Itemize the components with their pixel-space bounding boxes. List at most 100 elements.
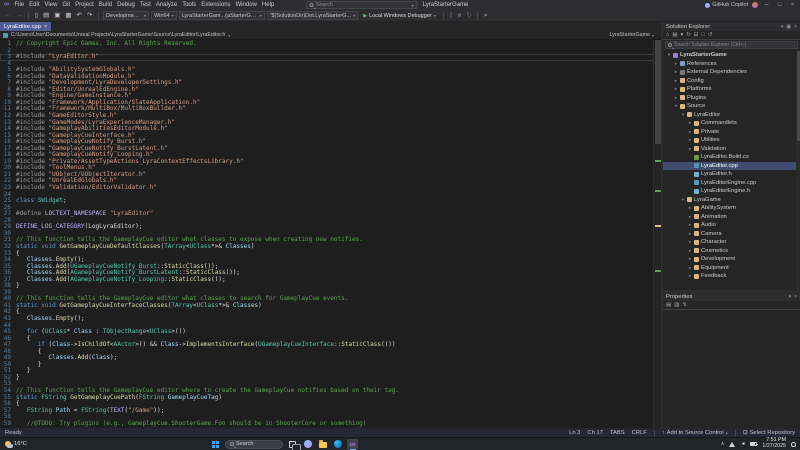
task-view-button[interactable] bbox=[287, 439, 298, 450]
tree-item-private[interactable]: ▸Private bbox=[663, 128, 800, 137]
events-icon[interactable]: ↯ bbox=[682, 302, 687, 308]
menu-analyze[interactable]: Analyze bbox=[153, 0, 179, 10]
filter-icon[interactable]: ▾ bbox=[681, 32, 684, 38]
chevron-right-icon[interactable]: ▸ bbox=[687, 146, 693, 152]
notifications-icon[interactable] bbox=[791, 442, 796, 447]
chevron-right-icon[interactable]: ▸ bbox=[673, 86, 679, 92]
chevron-right-icon[interactable]: ▸ bbox=[673, 78, 679, 84]
user-avatar[interactable] bbox=[752, 2, 758, 8]
tree-item-external-dependencies[interactable]: ▸External Dependencies bbox=[663, 68, 800, 77]
panel-options-icon[interactable]: ▾ bbox=[781, 24, 784, 30]
chevron-down-icon[interactable]: ▾ bbox=[666, 52, 672, 58]
local-windows-debugger-button[interactable]: ▶ Local Windows Debugger ▾ bbox=[360, 13, 439, 19]
pause-icon[interactable]: ∥ bbox=[448, 10, 454, 21]
minimize-button[interactable]: ─ bbox=[762, 0, 771, 10]
code-editor[interactable]: 1// Copyright Epic Games, Inc. All Right… bbox=[0, 40, 661, 428]
chevron-right-icon[interactable]: ▸ bbox=[687, 231, 693, 237]
tree-item-cosmetics[interactable]: ▸Cosmetics bbox=[663, 247, 800, 256]
maximize-button[interactable]: □ bbox=[775, 0, 784, 10]
copilot-button[interactable]: GitHub Copilot bbox=[705, 2, 748, 8]
navigate-forward-icon[interactable]: → bbox=[15, 10, 25, 21]
chevron-right-icon[interactable]: ▸ bbox=[687, 205, 693, 211]
properties-header[interactable]: Properties ▾ × bbox=[663, 292, 800, 301]
tree-item-development[interactable]: ▸Development bbox=[663, 255, 800, 264]
indent-indicator[interactable]: TABS bbox=[610, 430, 625, 436]
menu-build[interactable]: Build bbox=[96, 0, 114, 10]
stop-icon[interactable]: ■ bbox=[456, 10, 463, 21]
search-box[interactable]: Search ▾ bbox=[306, 1, 418, 9]
tree-vertical-scrollbar[interactable] bbox=[796, 51, 800, 290]
menu-file[interactable]: File bbox=[12, 0, 27, 10]
startup-project-dropdown[interactable]: LyraStarterGam...(aStarterGame) ▾ bbox=[179, 11, 265, 20]
scrollbar-thumb[interactable] bbox=[797, 51, 800, 141]
tree-item-commandlets[interactable]: ▸Commandlets bbox=[663, 119, 800, 128]
save-all-icon[interactable]: ▦ bbox=[64, 10, 73, 21]
panel-options-icon[interactable]: ▾ bbox=[789, 294, 792, 300]
tree-item-camera[interactable]: ▸Camera bbox=[663, 230, 800, 239]
refresh-icon[interactable]: ↻ bbox=[686, 32, 691, 38]
menu-edit[interactable]: Edit bbox=[27, 0, 42, 10]
solution-explorer-search-input[interactable]: Search Solution Explorer (Ctrl+;) bbox=[665, 41, 798, 49]
menu-tools[interactable]: Tools bbox=[180, 0, 199, 10]
find-in-files-icon[interactable]: ⌕ bbox=[482, 10, 489, 21]
redo-icon[interactable]: ↷ bbox=[86, 10, 94, 21]
taskbar-search-box[interactable]: Search bbox=[225, 440, 283, 449]
chevron-right-icon[interactable]: ▸ bbox=[687, 256, 693, 262]
file-explorer-button[interactable] bbox=[317, 439, 328, 450]
file-path-dropdown[interactable]: C:\Users\User\Documents\Unreal Projects\… bbox=[11, 32, 225, 38]
chevron-right-icon[interactable]: ▸ bbox=[673, 69, 679, 75]
sync-with-active-document-icon[interactable]: ↺ bbox=[708, 32, 713, 38]
tree-item-lyraeditorengine-cpp[interactable]: LyraEditorEngine.cpp bbox=[663, 179, 800, 188]
network-icon[interactable] bbox=[729, 442, 735, 447]
categorized-icon[interactable]: ▤ bbox=[666, 302, 671, 308]
hidden-icons-chevron[interactable]: ∧ bbox=[721, 441, 725, 447]
tree-item-feedback[interactable]: ▸Feedback bbox=[663, 272, 800, 281]
start-button[interactable] bbox=[210, 439, 221, 450]
weather-widget[interactable]: 16°C bbox=[0, 441, 32, 447]
command-line-arguments-dropdown[interactable]: "$(SolutionDir)Det.LyraStarterG... ▾ bbox=[267, 11, 359, 20]
menu-help[interactable]: Help bbox=[259, 0, 276, 10]
chevron-right-icon[interactable]: ▸ bbox=[687, 239, 693, 245]
menu-debug[interactable]: Debug bbox=[115, 0, 138, 10]
switch-views-icon[interactable]: ▤ bbox=[672, 32, 677, 38]
volume-icon[interactable]: ◄ bbox=[740, 441, 745, 447]
tree-item-validation[interactable]: ▸Validation bbox=[663, 145, 800, 154]
alphabetical-icon[interactable]: ▥ bbox=[674, 302, 679, 308]
code-line-59[interactable]: 59 //@TODO: Try plugins (e.g., GameplayC… bbox=[0, 421, 661, 428]
edge-browser-button[interactable] bbox=[332, 439, 343, 450]
editor-vertical-scrollbar[interactable] bbox=[653, 40, 661, 428]
tree-item-references[interactable]: ▸References bbox=[663, 60, 800, 69]
tree-item-config[interactable]: ▸Config bbox=[663, 77, 800, 86]
chevron-down-icon[interactable]: ▾ bbox=[673, 103, 679, 109]
save-icon[interactable]: ▣ bbox=[53, 10, 62, 21]
tree-item-lyraeditorengine-h[interactable]: LyraEditorEngine.h bbox=[663, 187, 800, 196]
new-file-icon[interactable]: ▯ bbox=[33, 10, 40, 21]
tree-item-source[interactable]: ▾Source bbox=[663, 102, 800, 111]
tree-item-animation[interactable]: ▸Animation bbox=[663, 213, 800, 222]
home-icon[interactable]: ⌂ bbox=[666, 32, 669, 38]
solution-explorer-header[interactable]: Solution Explorer ▾ ▣ × bbox=[663, 22, 800, 31]
chevron-right-icon[interactable]: ▸ bbox=[687, 265, 693, 271]
tree-item-plugins[interactable]: ▸Plugins bbox=[663, 94, 800, 103]
menu-view[interactable]: View bbox=[42, 0, 60, 10]
chevron-right-icon[interactable]: ▸ bbox=[673, 61, 679, 67]
chevron-right-icon[interactable]: ▸ bbox=[687, 248, 693, 254]
close-tab-icon[interactable]: × bbox=[44, 24, 47, 30]
pin-icon[interactable]: ▣ bbox=[786, 24, 791, 30]
battery-icon[interactable] bbox=[750, 442, 757, 446]
tree-item-abilitysystem[interactable]: ▸AbilitySystem bbox=[663, 204, 800, 213]
eol-indicator[interactable]: CRLF bbox=[632, 430, 647, 436]
close-button[interactable]: × bbox=[788, 0, 797, 10]
copilot-taskbar-button[interactable] bbox=[302, 439, 313, 450]
menu-test[interactable]: Test bbox=[137, 0, 153, 10]
chevron-down-icon[interactable]: ▾ bbox=[680, 197, 686, 203]
tree-item-equipment[interactable]: ▸Equipment bbox=[663, 264, 800, 273]
menu-window[interactable]: Window bbox=[233, 0, 259, 10]
close-panel-icon[interactable]: × bbox=[794, 24, 797, 30]
visual-studio-taskbar-button[interactable]: ∞ bbox=[347, 439, 358, 450]
tree-item-lyrastartergame[interactable]: ▾LyraStarterGame bbox=[663, 51, 800, 60]
show-all-files-icon[interactable]: □ bbox=[702, 32, 705, 38]
tree-item-lyraeditor[interactable]: ▾LyraEditor bbox=[663, 111, 800, 120]
chevron-right-icon[interactable]: ▸ bbox=[687, 222, 693, 228]
chevron-right-icon[interactable]: ▸ bbox=[673, 95, 679, 101]
